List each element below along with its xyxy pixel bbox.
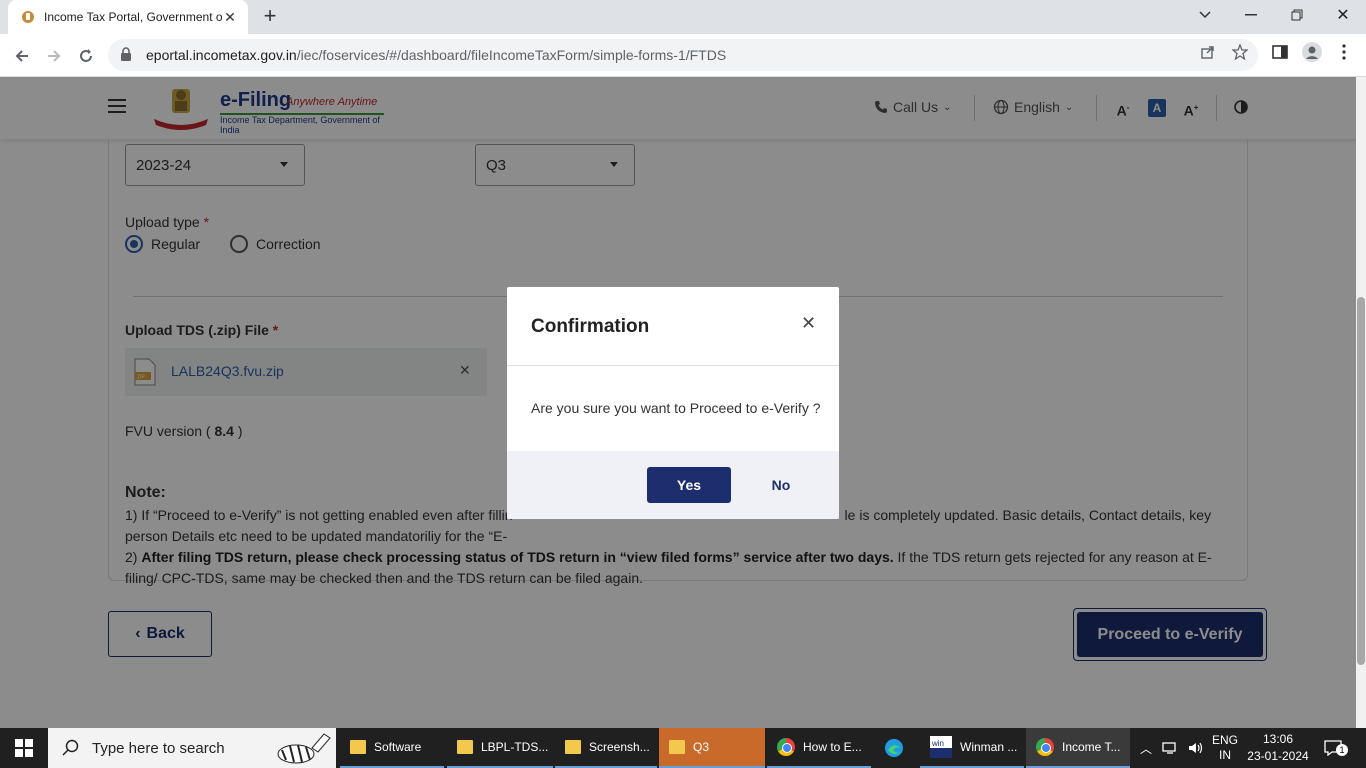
minimize-icon[interactable] (1228, 0, 1274, 30)
taskbar-app-edge[interactable] (874, 728, 918, 768)
kebab-menu-icon[interactable] (1334, 42, 1354, 62)
lock-icon[interactable] (120, 47, 136, 63)
dialog-body: Are you sure you want to Proceed to e-Ve… (507, 366, 839, 451)
taskbar-app-q3[interactable]: Q3 (659, 728, 765, 768)
folder-icon (669, 740, 685, 754)
volume-icon[interactable] (1188, 741, 1204, 755)
emblem-favicon-icon (20, 9, 36, 25)
dialog-title: Confirmation (531, 316, 650, 337)
confirmation-dialog: Confirmation ✕ Are you sure you want to … (507, 287, 839, 519)
browser-tab-strip: Income Tax Portal, Government of India ✕… (0, 0, 1366, 34)
input-language-indicator[interactable]: ENG IN (1212, 728, 1238, 768)
taskbar-app-chrome-income[interactable]: Income T... (1026, 728, 1130, 768)
windows-start-icon[interactable] (0, 728, 48, 768)
search-icon (62, 739, 79, 756)
dialog-message: Are you sure you want to Proceed to e-Ve… (531, 400, 821, 416)
new-tab-icon[interactable]: + (258, 5, 282, 29)
tab-title: Income Tax Portal, Government of India (44, 10, 222, 24)
folder-icon (457, 740, 473, 754)
windows-taskbar: Type here to search Software LBPL-TDS...… (0, 728, 1366, 768)
page-scrollbar[interactable] (1356, 77, 1366, 728)
notification-center-icon[interactable]: 1 (1324, 728, 1348, 768)
notification-count-badge: 1 (1336, 744, 1348, 756)
taskbar-clock[interactable]: 13:06 23-01-2024 (1246, 728, 1310, 768)
taskbar-app-chrome-howto[interactable]: How to E... (767, 728, 871, 768)
bookmark-star-icon[interactable] (1230, 42, 1250, 62)
close-window-icon[interactable]: ✕ (1320, 0, 1366, 30)
share-icon[interactable] (1198, 42, 1218, 62)
page-viewport: e-Filing Anywhere Anytime Income Tax Dep… (0, 77, 1356, 728)
dialog-header: Confirmation ✕ (507, 287, 839, 366)
winman-tds-icon: win (930, 736, 952, 758)
scrollbar-thumb[interactable] (1357, 297, 1365, 665)
svg-text:win: win (931, 739, 944, 748)
dialog-close-icon[interactable]: ✕ (801, 313, 816, 334)
taskbar-app-screenshots[interactable]: Screensh... (555, 728, 657, 768)
taskbar-app-software[interactable]: Software (340, 728, 444, 768)
address-bar[interactable]: eportal.incometax.gov.in/iec/foservices/… (108, 39, 1258, 71)
edge-icon (885, 739, 903, 757)
folder-icon (565, 740, 581, 754)
tray-overflow-chevron-icon[interactable]: ︿ (1140, 740, 1152, 757)
chrome-icon (1036, 738, 1054, 756)
profile-avatar-icon[interactable] (1302, 42, 1322, 62)
folder-icon (350, 740, 366, 754)
browser-toolbar: eportal.incometax.gov.in/iec/foservices/… (0, 34, 1366, 77)
dialog-footer: Yes No (507, 451, 839, 519)
network-icon[interactable] (1162, 741, 1178, 755)
zebra-illustration-icon (277, 733, 331, 764)
forward-arrow-icon[interactable] (40, 42, 68, 70)
side-panel-icon[interactable] (1270, 42, 1290, 62)
no-button[interactable]: No (763, 467, 799, 503)
tab-close-icon[interactable]: ✕ (222, 9, 238, 25)
system-tray: ︿ (1140, 728, 1204, 768)
taskbar-search-input[interactable]: Type here to search (48, 728, 336, 768)
browser-tab[interactable]: Income Tax Portal, Government of India ✕ (8, 0, 248, 34)
url-text: eportal.incometax.gov.in/iec/foservices/… (146, 47, 727, 63)
taskbar-app-lbpl-tds[interactable]: LBPL-TDS... (447, 728, 553, 768)
back-arrow-icon[interactable] (8, 42, 36, 70)
tab-search-icon[interactable] (1182, 0, 1228, 30)
reload-icon[interactable] (72, 42, 100, 70)
yes-button[interactable]: Yes (647, 467, 731, 503)
taskbar-app-winman[interactable]: win Winman ... (920, 728, 1024, 768)
chrome-icon (777, 738, 795, 756)
restore-icon[interactable] (1274, 0, 1320, 30)
